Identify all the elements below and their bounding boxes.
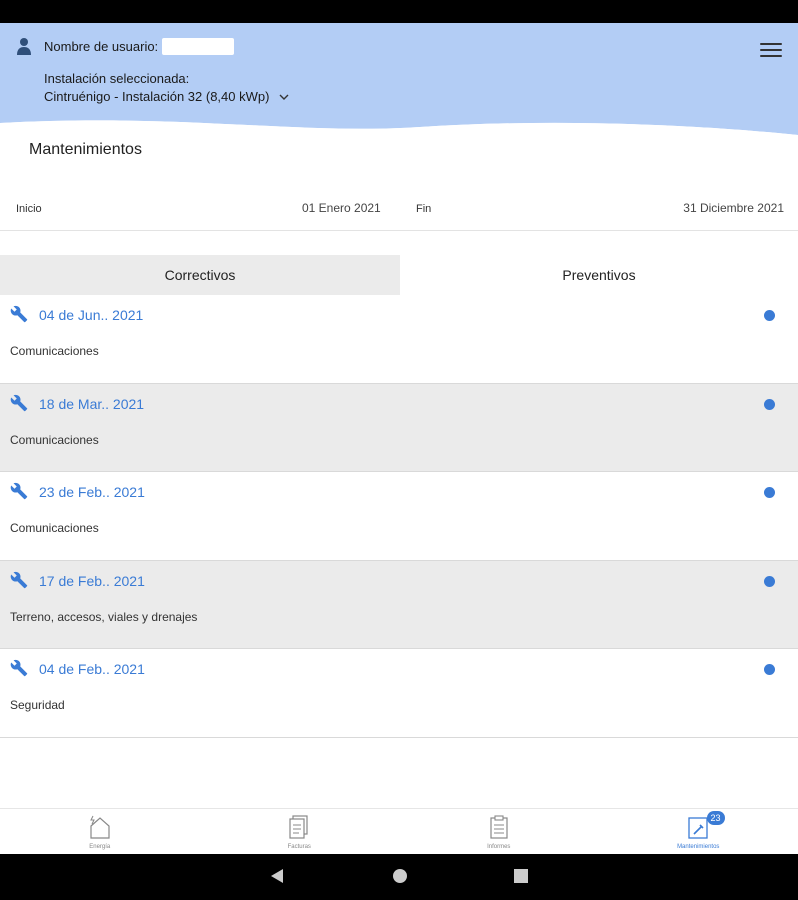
start-date-value[interactable]: 01 Enero 2021 (302, 201, 381, 215)
maintenance-description: Seguridad (10, 698, 65, 713)
invoice-icon (289, 815, 308, 839)
nav-item-facturas[interactable]: Facturas (200, 809, 400, 854)
nav-item-energia[interactable]: Energía (0, 809, 200, 854)
tab-preventivos[interactable]: Preventivos (400, 255, 798, 295)
status-bar (0, 0, 798, 23)
home-icon[interactable] (392, 868, 408, 884)
maintenance-date: 17 de Feb.. 2021 (39, 572, 145, 589)
page-title: Mantenimientos (29, 141, 142, 158)
username-label: Nombre de usuario: (44, 38, 159, 54)
list-item[interactable]: 18 de Mar.. 2021 Comunicaciones (0, 383, 798, 473)
house-icon (89, 815, 110, 839)
status-dot-icon (764, 664, 775, 676)
username-value (162, 37, 235, 55)
tab-correctivos[interactable]: Correctivos (0, 255, 400, 295)
installation-value: Cintruénigo - Instalación 32 (8,40 kWp) (44, 89, 270, 104)
list-item[interactable]: 04 de Feb.. 2021 Seguridad (0, 649, 798, 738)
maintenance-description: Terreno, accesos, viales y drenajes (10, 609, 198, 624)
maintenance-description: Comunicaciones (10, 432, 99, 447)
hamburger-menu-icon[interactable] (760, 43, 782, 59)
wrench-icon (10, 483, 28, 500)
nav-label-mantenimientos: Mantenimientos (677, 844, 720, 850)
maintenance-date: 04 de Feb.. 2021 (39, 661, 145, 678)
status-dot-icon (764, 487, 775, 499)
nav-label-facturas: Facturas (287, 844, 311, 850)
maintenance-count-badge: 23 (706, 811, 725, 825)
system-navigation-bar (0, 854, 798, 900)
installation-label: Instalación seleccionada: (44, 71, 190, 86)
list-item[interactable]: 17 de Feb.. 2021 Terreno, accesos, viale… (0, 560, 798, 650)
clipboard-icon (490, 815, 508, 839)
maintenance-list: 04 de Jun.. 2021 Comunicaciones 18 de Ma… (0, 295, 798, 738)
back-icon[interactable] (270, 868, 284, 884)
bottom-nav: Energía Facturas Informes 23 Mantenimien… (0, 808, 798, 854)
nav-label-energia: Energía (89, 844, 111, 850)
maintenance-description: Comunicaciones (10, 521, 99, 536)
nav-item-informes[interactable]: Informes (399, 809, 599, 854)
list-item[interactable]: 04 de Jun.. 2021 Comunicaciones (0, 295, 798, 384)
app-screen: Nombre de usuario: Instalación seleccion… (0, 23, 798, 854)
maintenance-date: 18 de Mar.. 2021 (39, 395, 145, 412)
maintenance-date: 04 de Jun.. 2021 (39, 307, 144, 323)
chevron-down-icon (279, 94, 289, 100)
end-date-label: Fin (416, 203, 432, 215)
user-row: Nombre de usuario: (16, 37, 235, 55)
date-range: Inicio 01 Enero 2021 Fin 31 Diciembre 20… (0, 193, 798, 231)
app-header: Nombre de usuario: Instalación seleccion… (0, 23, 798, 148)
status-dot-icon (764, 398, 775, 410)
recents-icon[interactable] (514, 868, 528, 884)
wrench-icon (10, 305, 28, 323)
maintenance-description: Comunicaciones (10, 344, 99, 358)
maintenance-tabs: Correctivos Preventivos (0, 255, 798, 295)
nav-item-mantenimientos[interactable]: 23 Mantenimientos (599, 809, 798, 854)
maintenance-date: 23 de Feb.. 2021 (39, 484, 145, 501)
status-dot-icon (764, 575, 775, 587)
nav-label-informes: Informes (487, 844, 511, 850)
user-icon (17, 38, 31, 55)
wrench-icon (10, 571, 28, 589)
start-date-label: Inicio (16, 203, 42, 215)
end-date-value[interactable]: 31 Diciembre 2021 (683, 201, 784, 215)
list-item[interactable]: 23 de Feb.. 2021 Comunicaciones (0, 472, 798, 561)
installation-selector[interactable]: Cintruénigo - Instalación 32 (8,40 kWp) (44, 89, 289, 104)
status-dot-icon (764, 310, 775, 321)
wrench-icon (10, 394, 28, 411)
wrench-icon (10, 660, 28, 677)
